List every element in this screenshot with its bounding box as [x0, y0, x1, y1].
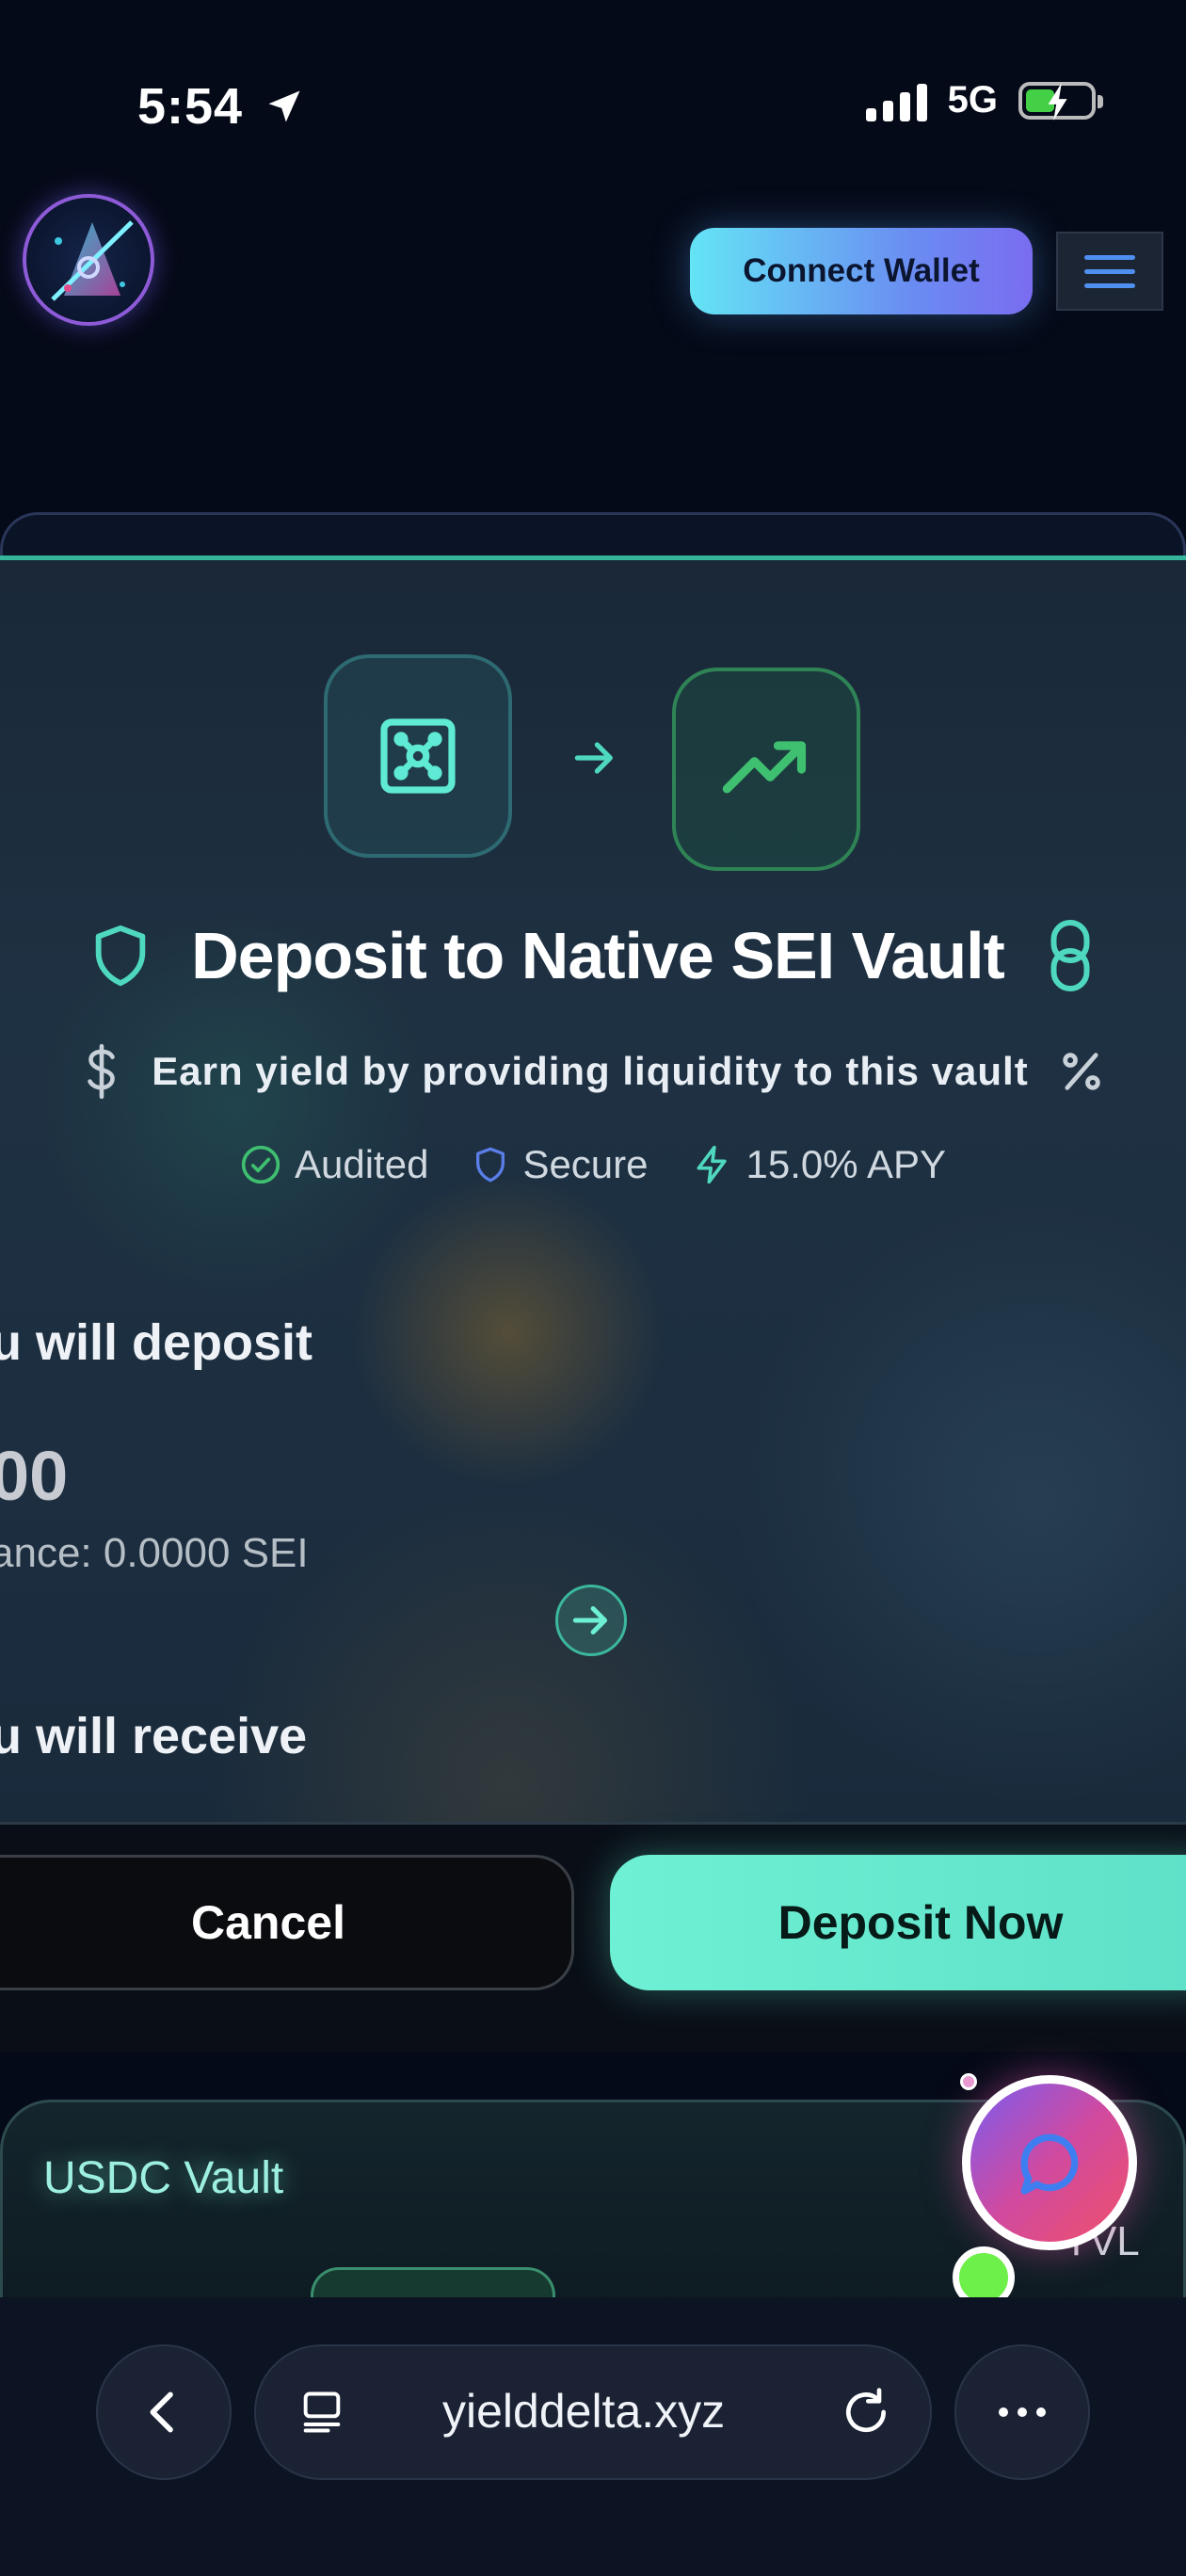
- tab-overview-icon[interactable]: [297, 2386, 346, 2439]
- connect-wallet-button[interactable]: Connect Wallet: [690, 228, 1033, 314]
- location-arrow-icon: [268, 90, 300, 122]
- modal-subtitle: Earn yield by providing liquidity to thi…: [152, 1049, 1029, 1093]
- audited-badge: Audited: [240, 1142, 428, 1187]
- vault-tile: [324, 654, 512, 858]
- chain-link-icon: [1050, 920, 1090, 991]
- url-text: yielddelta.xyz: [442, 2385, 726, 2438]
- deposit-section-label: u will deposit: [0, 1314, 313, 1371]
- time-text: 5:54: [137, 78, 244, 135]
- apy-badge: 15.0% APY: [692, 1142, 946, 1187]
- deposit-now-button[interactable]: Deposit Now: [610, 1855, 1186, 1990]
- apy-label: 15.0% APY: [745, 1142, 946, 1186]
- status-indicators: 5G: [865, 79, 1103, 121]
- deposit-modal: Deposit to Native SEI Vault Earn yield b…: [0, 555, 1186, 2052]
- cellular-signal-icon: [865, 80, 927, 121]
- battery-icon: [1018, 81, 1103, 121]
- trending-up-icon: [722, 741, 807, 794]
- usdc-vault-title: USDC Vault: [43, 2153, 284, 2203]
- audited-label: Audited: [294, 1142, 429, 1186]
- triangle-logo-icon: [51, 220, 134, 301]
- status-time: 5:54: [137, 77, 305, 136]
- deposit-amount-input[interactable]: 00: [0, 1436, 68, 1516]
- reload-icon[interactable]: [840, 2386, 892, 2439]
- shield-icon: [476, 1147, 505, 1183]
- check-circle-icon: [241, 1145, 280, 1184]
- cancel-button[interactable]: Cancel: [0, 1855, 574, 1990]
- back-button[interactable]: [96, 2344, 232, 2480]
- modal-subtitle-row: Earn yield by providing liquidity to thi…: [0, 1042, 1186, 1101]
- badge-row: Audited Secure 15.0% APY: [0, 1142, 1186, 1187]
- chevron-left-icon: [150, 2391, 173, 2433]
- balance-text: ance: 0.0000 SEI: [0, 1530, 309, 1576]
- app-logo[interactable]: [23, 194, 154, 326]
- shield-icon: [95, 925, 146, 987]
- modal-footer: Cancel Deposit Now: [0, 1822, 1186, 2052]
- lightning-icon: [697, 1145, 727, 1184]
- arrow-right-icon: [572, 1606, 608, 1634]
- modal-title: Deposit to Native SEI Vault: [191, 919, 1005, 992]
- network-type: 5G: [947, 79, 998, 121]
- notification-dot: [960, 2073, 977, 2090]
- trend-tile: [672, 668, 860, 871]
- arrow-right-icon: [574, 742, 613, 774]
- modal-title-row: Deposit to Native SEI Vault: [0, 918, 1186, 993]
- receive-section-label: u will receive: [0, 1708, 308, 1764]
- dollar-icon: [88, 1043, 116, 1100]
- secure-label: Secure: [522, 1142, 649, 1186]
- vault-icon: [380, 718, 456, 794]
- percent-icon: [1062, 1053, 1100, 1090]
- more-options-button[interactable]: [954, 2344, 1090, 2480]
- chat-bubble-icon: [1020, 2133, 1079, 2195]
- hamburger-menu-icon[interactable]: [1056, 232, 1163, 311]
- chat-button[interactable]: [962, 2075, 1137, 2250]
- direction-arrow: [555, 1585, 627, 1656]
- secure-badge: Secure: [472, 1142, 649, 1187]
